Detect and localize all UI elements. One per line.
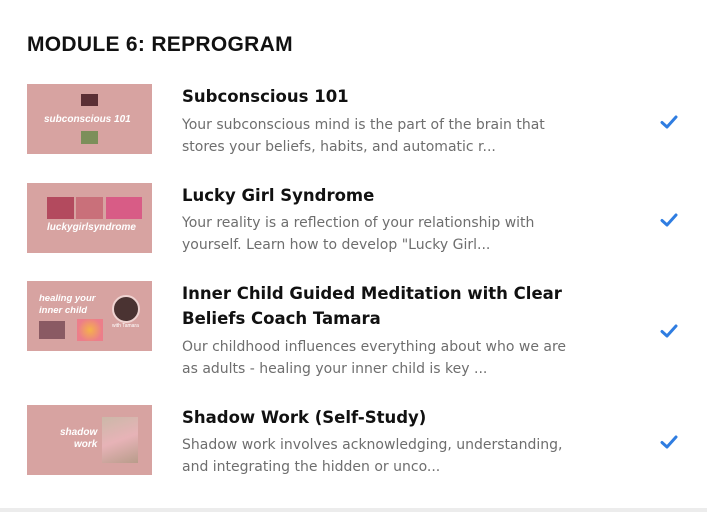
divider (0, 508, 707, 512)
check-icon (660, 115, 678, 129)
lesson-description: Your reality is a reflection of your rel… (182, 215, 535, 253)
thumbnail-photo (102, 417, 138, 463)
thumbnail-caption: inner child (39, 305, 88, 316)
lesson-title[interactable]: Shadow Work (Self-Study) (182, 405, 582, 430)
check-icon (660, 324, 678, 338)
thumbnail-caption: work (74, 439, 98, 450)
thumbnail-photo (47, 197, 74, 219)
thumbnail-caption: luckygirlsyndrome (47, 222, 136, 233)
lesson-description: Our childhood influences everything abou… (182, 339, 567, 377)
lesson-thumbnail[interactable]: healing your inner child with Tamara (27, 281, 152, 351)
thumbnail-subcaption: with Tamara (112, 323, 139, 329)
lesson-title[interactable]: Inner Child Guided Meditation with Clear… (182, 281, 582, 331)
thumbnail-caption: shadow (60, 427, 98, 438)
thumbnail-photo (77, 319, 103, 341)
thumbnail-photo (76, 197, 103, 219)
lesson-thumbnail[interactable]: luckygirlsyndrome (27, 183, 152, 253)
thumbnail-photo (81, 131, 98, 144)
check-icon (660, 213, 678, 227)
check-icon (660, 435, 678, 449)
thumbnail-photo (81, 94, 98, 106)
thumbnail-photo (106, 197, 142, 219)
avatar (112, 295, 140, 323)
thumbnail-caption: healing your (39, 293, 96, 304)
lesson-title[interactable]: Subconscious 101 (182, 84, 582, 109)
lesson-title[interactable]: Lucky Girl Syndrome (182, 183, 582, 208)
lesson-thumbnail[interactable]: subconscious 101 (27, 84, 152, 154)
lesson-description: Shadow work involves acknowledging, unde… (182, 437, 563, 475)
thumbnail-photo (39, 321, 65, 339)
lesson-description: Your subconscious mind is the part of th… (182, 117, 545, 155)
module-title: MODULE 6: REPROGRAM (27, 33, 293, 56)
thumbnail-caption: subconscious 101 (44, 114, 131, 125)
lesson-thumbnail[interactable]: shadow work (27, 405, 152, 475)
